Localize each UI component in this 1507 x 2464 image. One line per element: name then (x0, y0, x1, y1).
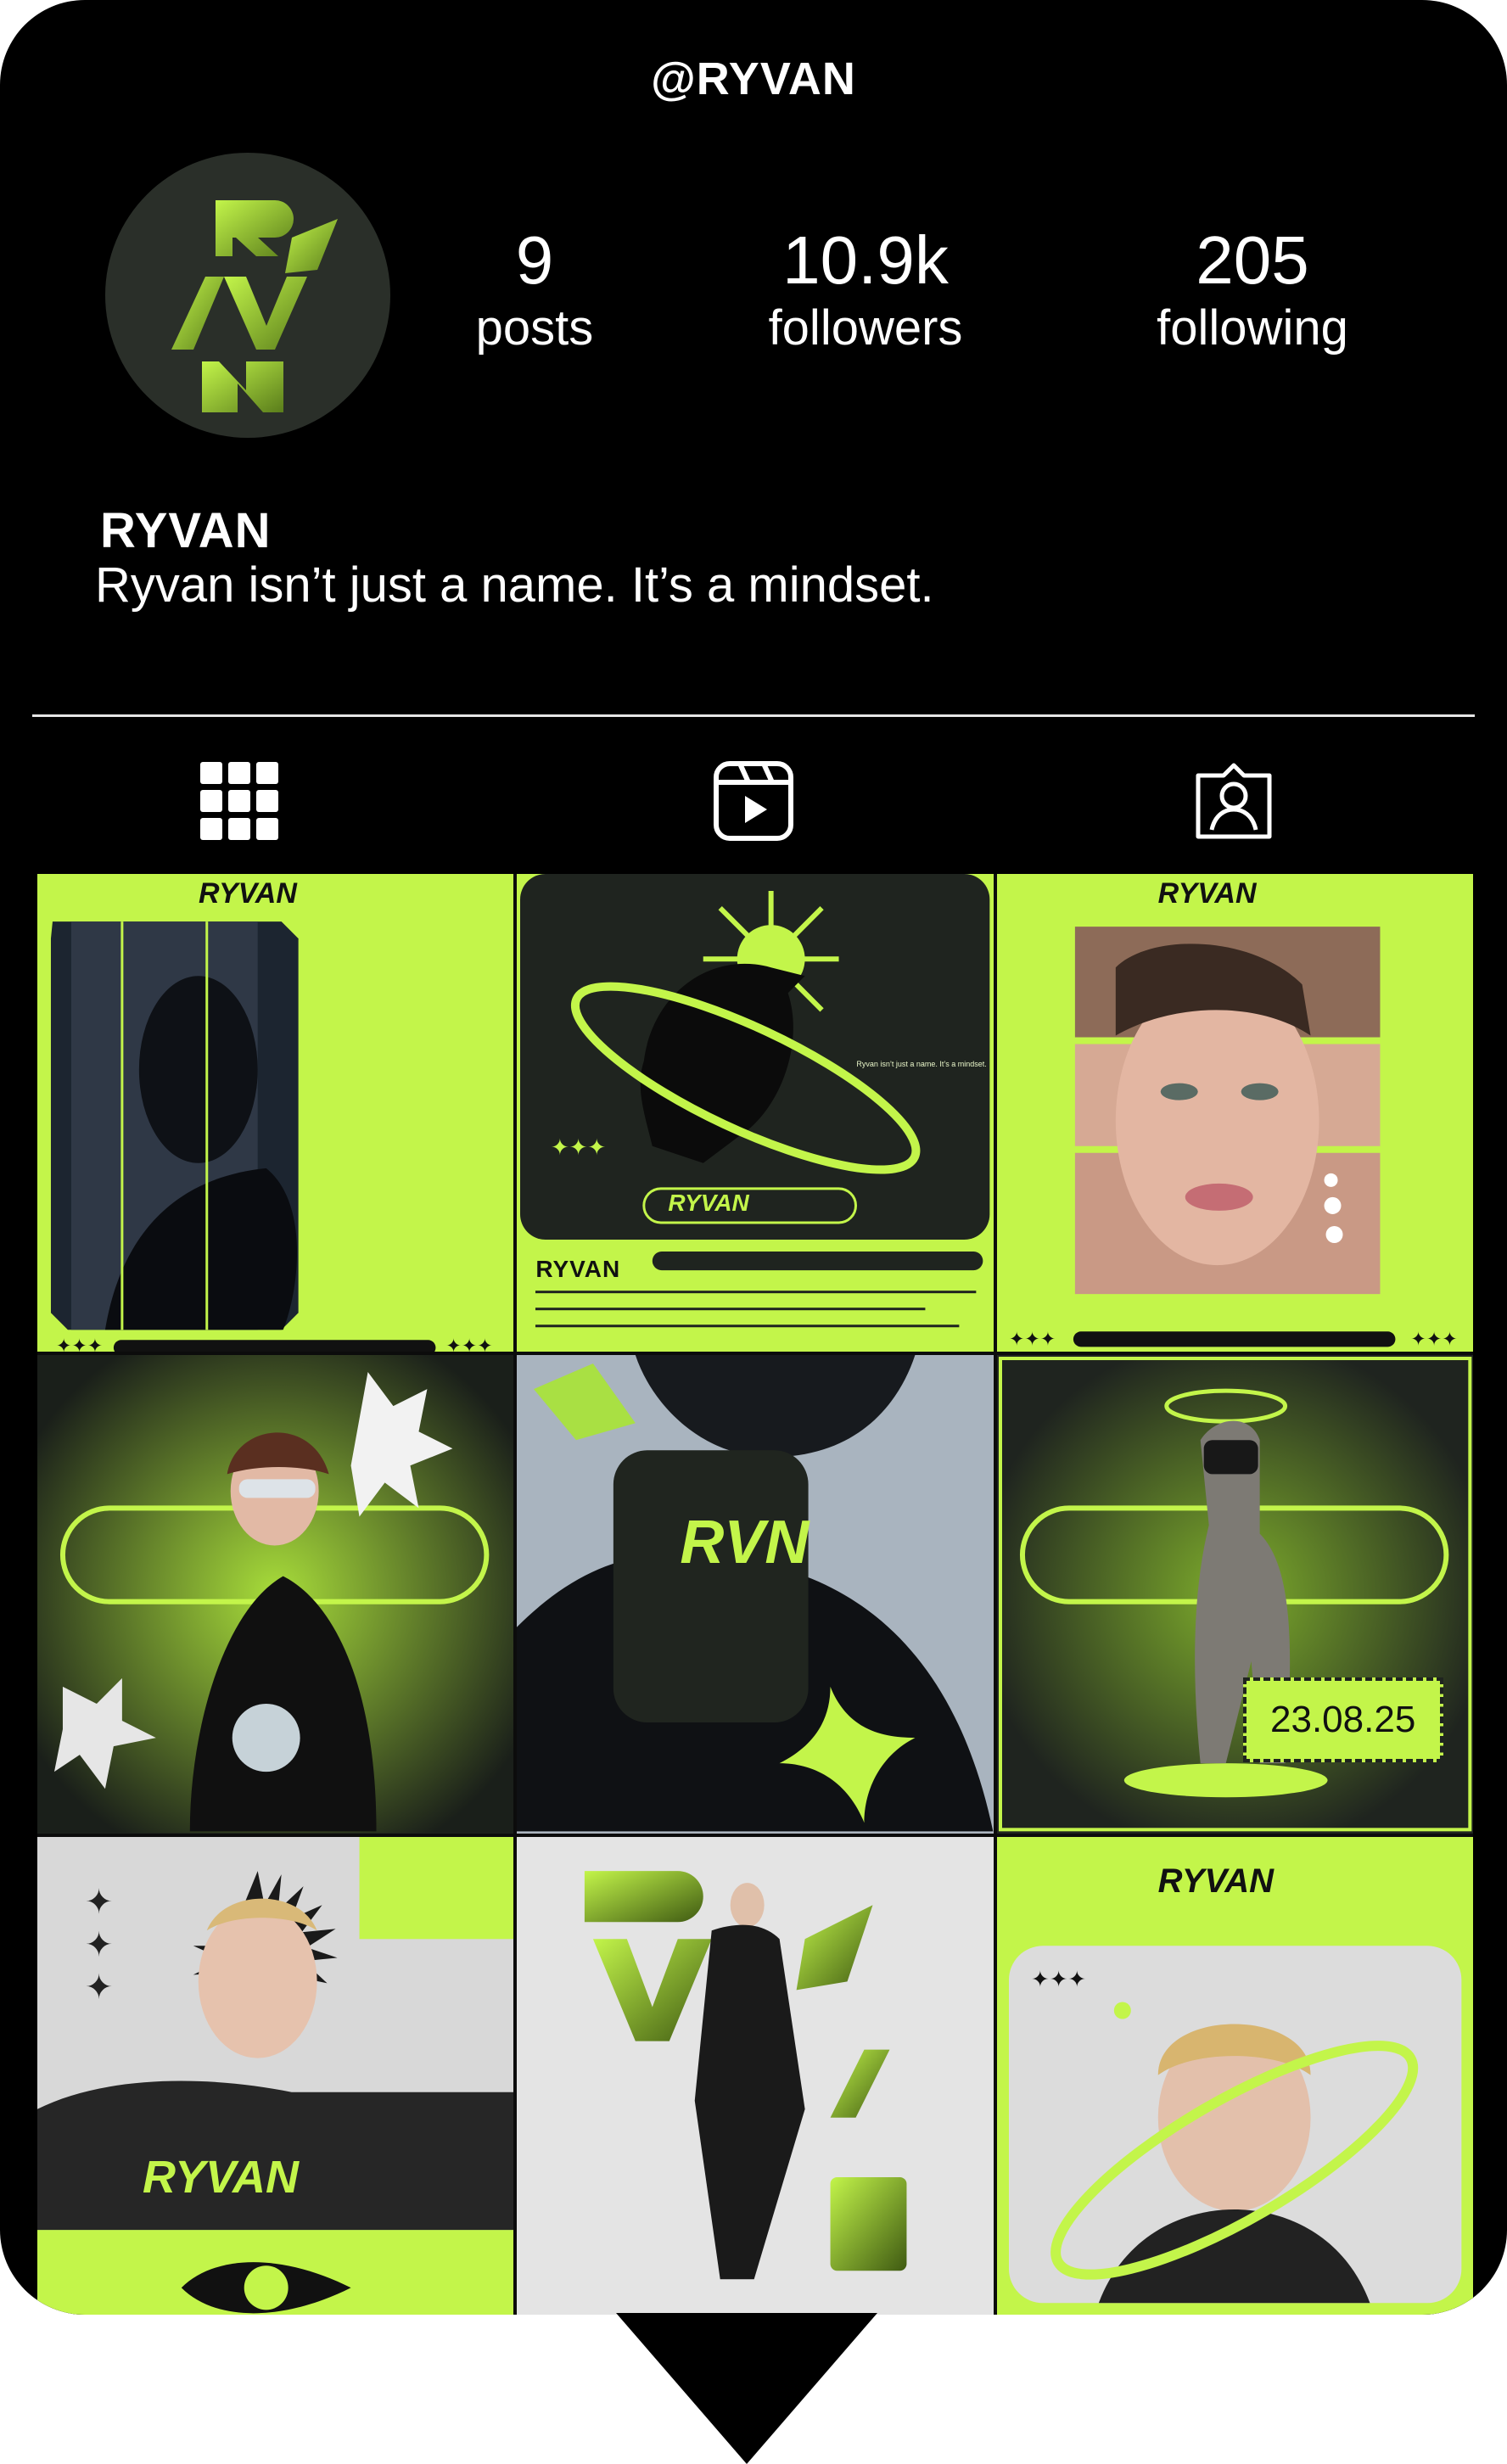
post-2[interactable]: ✦✦✦ RYVAN Ryvan isn’t just a name. It’s … (517, 874, 994, 1352)
posts-grid: ✦✦✦ ✦✦✦ RYVAN ✦✦✦ RYVAN Ryvan isn’t just… (37, 874, 1473, 2315)
post-3-artwork: ✦✦✦ ✦✦✦ (1009, 927, 1457, 1349)
post-3[interactable]: ✦✦✦ ✦✦✦ RYVAN (996, 874, 1473, 1352)
svg-text:✦: ✦ (85, 1926, 113, 1963)
post-2-wordmark: RYVAN (668, 1190, 749, 1216)
profile-bio: Ryvan isn’t just a name. It’s a mindset. (95, 557, 934, 613)
tab-tagged[interactable] (1191, 759, 1276, 843)
tagged-icon (1196, 763, 1272, 839)
reels-icon (714, 761, 793, 841)
stat-following[interactable]: 205 following (1117, 222, 1388, 358)
post-9-artwork: ✦✦✦ (1008, 1945, 1462, 2303)
profile-name: RYVAN (100, 503, 272, 558)
tabs-divider (32, 714, 1475, 717)
post-4[interactable] (37, 1355, 514, 1834)
following-count: 205 (1196, 222, 1309, 298)
post-1-artwork: ✦✦✦ ✦✦✦ (50, 921, 493, 1352)
post-6-date-badge: 23.08.25 (1242, 1677, 1443, 1763)
post-9[interactable]: ✦✦✦ RYVAN (996, 1836, 1473, 2315)
following-label: following (1157, 300, 1348, 356)
post-8-artwork (517, 1836, 994, 2315)
stat-posts[interactable]: 9 posts (450, 222, 619, 358)
svg-text:✦: ✦ (85, 1968, 113, 2006)
post-7[interactable]: ✦ ✦ ✦ RYVAN (37, 1836, 514, 2315)
post-4-artwork (37, 1355, 514, 1834)
svg-text:✦: ✦ (85, 1884, 113, 1921)
svg-text:✦✦✦: ✦✦✦ (56, 1335, 103, 1352)
avatar[interactable] (105, 153, 390, 438)
svg-text:✦✦✦: ✦✦✦ (445, 1335, 492, 1352)
post-9-wordmark: RYVAN (1157, 1862, 1274, 1900)
tab-posts-grid[interactable] (197, 759, 282, 843)
post-1[interactable]: ✦✦✦ ✦✦✦ RYVAN (37, 874, 514, 1352)
profile-handle: @RYVAN (651, 53, 856, 104)
post-5-logo: RVN (680, 1509, 810, 1577)
post-5-artwork (517, 1355, 994, 1834)
posts-count: 9 (515, 222, 554, 298)
frame-pointer (616, 2313, 877, 2464)
followers-count: 10.9k (782, 222, 949, 298)
post-7-wordmark: RYVAN (143, 2151, 300, 2203)
post-2-caption-title: RYVAN (535, 1256, 621, 1282)
posts-label: posts (475, 300, 594, 356)
profile-phone-frame: @RYVAN 9 posts 10.9k followers 205 follo… (0, 0, 1507, 2315)
post-6[interactable]: 23.08.25 (996, 1355, 1473, 1834)
post-7-artwork: ✦ ✦ ✦ (37, 1836, 514, 2313)
followers-label: followers (768, 300, 963, 356)
svg-text:✦✦✦: ✦✦✦ (1031, 1966, 1086, 1991)
post-1-wordmark: RYVAN (199, 877, 297, 910)
grid-icon (200, 762, 278, 840)
svg-text:✦✦✦: ✦✦✦ (551, 1134, 606, 1160)
svg-text:✦✦✦: ✦✦✦ (1410, 1328, 1457, 1349)
post-3-wordmark: RYVAN (1157, 877, 1257, 910)
post-5[interactable]: RVN (517, 1355, 994, 1834)
ryvan-logo-icon (171, 200, 338, 412)
svg-text:✦✦✦: ✦✦✦ (1009, 1328, 1056, 1349)
tab-reels[interactable] (711, 759, 796, 843)
stat-followers[interactable]: 10.9k followers (738, 222, 993, 358)
post-8[interactable] (517, 1836, 994, 2315)
post-2-caption-text: Ryvan isn’t just a name. It’s a mindset. (856, 1060, 987, 1068)
